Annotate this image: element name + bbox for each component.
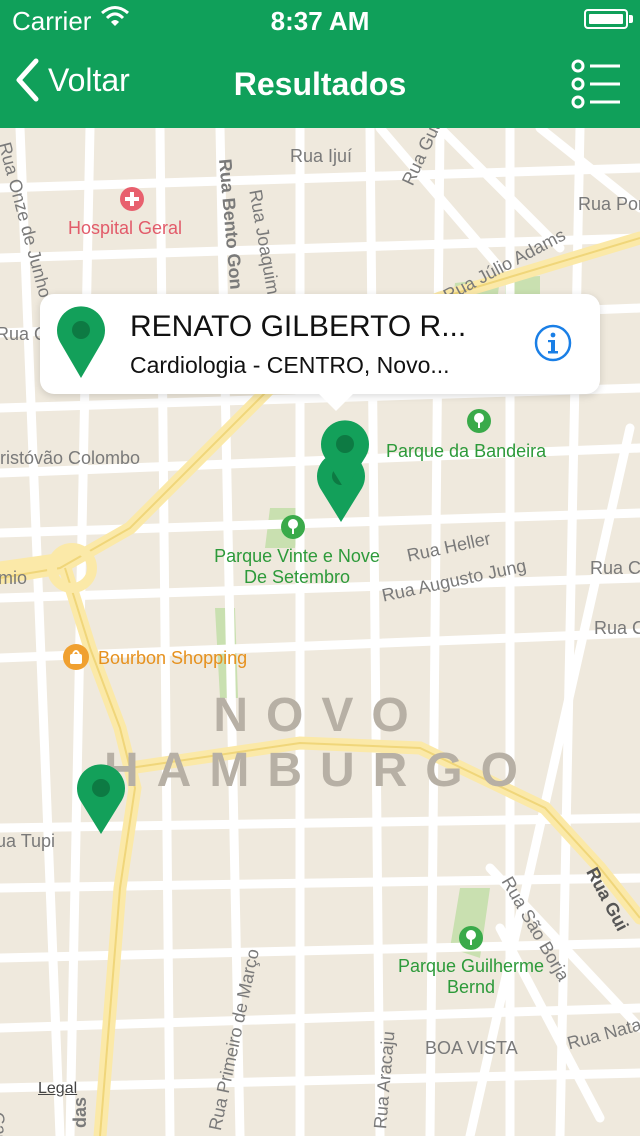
street-label: das [70, 1096, 90, 1128]
page-title: Resultados [233, 66, 407, 102]
battery-tip [629, 15, 633, 23]
pin-icon [56, 306, 105, 378]
street-label: ua Tupi [0, 831, 56, 851]
street-label: Rua Por [578, 194, 640, 214]
park-label: Parque Guilherme Bernd [397, 956, 545, 997]
navigation-bar: Voltar Resultados [0, 40, 640, 128]
shopping-icon [63, 644, 89, 670]
battery-icon [584, 9, 628, 29]
legal-link[interactable]: Legal [38, 1080, 77, 1098]
hospital-label: Hospital Geral [68, 218, 183, 238]
map-view[interactable]: Rua Ijuí Rua Guajuvira Rua Por Rua Onze … [0, 128, 640, 1136]
park-icon [467, 409, 491, 433]
status-bar: Carrier 8:37 AM [0, 0, 640, 40]
info-icon[interactable] [534, 324, 572, 362]
park-icon [281, 515, 305, 539]
street-label: Rua Ijuí [290, 146, 353, 166]
callout-title: RENATO GILBERTO R... [130, 310, 467, 343]
hospital-icon [120, 187, 144, 211]
clock: 8:37 AM [270, 6, 370, 36]
park-icon [459, 926, 483, 950]
street-label: mio [0, 568, 28, 588]
poi-label: Bourbon Shopping [98, 648, 248, 668]
district-label: BOA VISTA [425, 1038, 518, 1058]
street-label: Rua Co [590, 558, 640, 578]
map-pin[interactable] [74, 764, 128, 836]
park-label: Parque Vinte e Nove De Setembro [214, 546, 380, 587]
callout-subtitle: Cardiologia - CENTRO, Novo... [130, 352, 450, 378]
pin-callout[interactable]: RENATO GILBERTO R... Cardiologia - CENTR… [40, 294, 600, 411]
street-label: ristóvão Colombo [0, 448, 141, 468]
park-label: Parque da Bandeira [386, 441, 547, 461]
map-pin[interactable] [318, 420, 372, 492]
list-icon[interactable] [570, 58, 622, 110]
street-label: Rua Co [594, 618, 640, 638]
